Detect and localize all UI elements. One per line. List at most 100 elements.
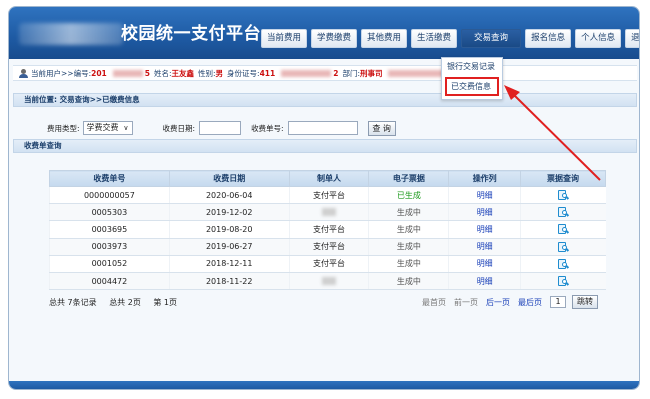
detail-link[interactable]: 明细 [448,255,521,273]
header-banner: 校园统一支付平台 当前费用 学费缴费 其他费用 生活缴费 交易查询 报名信息 个… [9,7,639,59]
user-id-partial: 201 [91,68,107,78]
cell-invoice-query [520,255,606,273]
main-nav: 当前费用 学费缴费 其他费用 生活缴费 交易查询 报名信息 个人信息 退出登录 [261,29,639,48]
cell-invoice-query [520,220,606,239]
transaction-query-dropdown: 银行交易记录 已交费信息 [441,57,503,100]
table-row: 0000000057 2020-06-04 支付平台 已生成 明细 [49,186,606,205]
cell-status: 生成中 [368,238,449,256]
idcard-partial: 411 [259,68,276,78]
detail-link[interactable]: 明细 [448,272,521,291]
cell-status: 生成中 [368,220,449,239]
current-user-label: 当前用户>>编号: [31,68,92,78]
detail-link[interactable]: 明细 [448,186,521,205]
cell-maker: 支付平台 [288,238,369,256]
cell-invoice-query [520,272,606,291]
dept-partial: 刑事司 [359,68,383,78]
nav-registration-info[interactable]: 报名信息 [525,29,572,48]
nav-living-payment[interactable]: 生活缴费 [411,29,458,48]
table-row: 0003973 2019-06-27 支付平台 生成中 明细 [49,238,606,256]
name-label: 姓名: [153,68,172,78]
pagination: 总共 7条记录 总共 2页 第 1页 最首页 前一页 后一页 最后页 1 跳转 [49,294,606,310]
first-page-link[interactable]: 最首页 [422,297,446,308]
receipt-no-label: 收费单号: [251,123,284,133]
total-pages: 总共 2页 [109,297,141,307]
user-gender: 男 [215,68,224,78]
cell-receipt-no: 0003695 [49,220,170,239]
col-date: 收费日期 [168,170,290,187]
col-maker: 制单人 [288,170,370,187]
idcard-label: 身份证号: [227,68,260,78]
table-row: 0001052 2018-12-11 支付平台 生成中 明细 [49,255,606,273]
col-invoice-query: 票据查询 [520,170,606,187]
cell-receipt-no: 0004472 [49,272,170,291]
jump-button[interactable]: 跳转 [572,295,598,309]
user-icon [19,68,28,78]
table-row: 0005303 2019-12-02 生成中 明细 [49,203,606,222]
next-page-link[interactable]: 后一页 [486,297,510,308]
cell-status: 生成中 [368,272,449,291]
nav-personal-info[interactable]: 个人信息 [575,29,622,48]
receipt-table: 收费单号 收费日期 制单人 电子票据 操作列 票据查询 0000000057 2… [49,170,606,291]
invoice-search-icon[interactable] [557,224,570,235]
redacted-idcard [281,69,332,77]
page-number-input[interactable]: 1 [550,296,566,308]
cell-receipt-no: 0001052 [49,255,170,273]
cell-date: 2019-08-20 [168,220,290,239]
user-id-tail: 5 [144,68,150,78]
invoice-search-icon[interactable] [557,258,570,269]
table-row: 0003695 2019-08-20 支付平台 生成中 明细 [49,220,606,239]
col-receipt-no: 收费单号 [49,170,170,187]
cell-maker: 支付平台 [288,220,369,239]
invoice-search-icon[interactable] [557,276,570,287]
cell-receipt-no: 0000000057 [49,186,170,205]
nav-current-fees[interactable]: 当前费用 [261,29,308,48]
nav-transaction-query[interactable]: 交易查询 [461,29,522,48]
cell-maker: 支付平台 [288,186,369,205]
school-logo [19,23,123,45]
detail-link[interactable]: 明细 [448,220,521,239]
cell-receipt-no: 0003973 [49,238,170,256]
receipt-no-input[interactable] [287,121,358,135]
table-row: 0004472 2018-11-22 生成中 明细 [49,272,606,291]
idcard-tail: 2 [333,68,339,78]
cell-invoice-query [520,238,606,256]
detail-link[interactable]: 明细 [448,203,521,222]
date-label: 收费日期: [162,123,196,133]
table-header-row: 收费单号 收费日期 制单人 电子票据 操作列 票据查询 [49,170,606,187]
cell-status: 已生成 [368,186,449,205]
cell-date: 2019-06-27 [168,238,290,256]
date-input[interactable] [199,121,242,135]
cell-maker [288,203,369,222]
menu-item-paid-info[interactable]: 已交费信息 [445,77,499,96]
cell-status: 生成中 [368,203,449,222]
section-title: 收费单查询 [13,139,637,153]
menu-item-bank-transactions[interactable]: 银行交易记录 [442,58,502,75]
cell-status: 生成中 [368,255,449,273]
total-records: 总共 7条记录 [49,297,97,307]
user-info-bar: 当前用户>>编号: 201 5 姓名: 王友鑫 性别: 男 身份证号: 411 2 … [13,65,637,81]
redacted-maker [322,208,337,217]
dept-label: 部门: [342,68,360,78]
cell-maker: 支付平台 [288,255,369,273]
redacted-id [112,69,143,77]
invoice-search-icon[interactable] [557,241,570,252]
col-e-invoice: 电子票据 [368,170,450,187]
cell-date: 2019-12-02 [168,203,290,222]
fee-type-select[interactable]: 学费交费 ∨ [82,121,133,135]
current-page: 第 1页 [153,297,178,307]
detail-link[interactable]: 明细 [448,238,521,256]
invoice-search-icon[interactable] [557,190,570,201]
nav-other-fees[interactable]: 其他费用 [361,29,408,48]
invoice-search-icon[interactable] [557,207,570,218]
app-title: 校园统一支付平台 [121,24,261,44]
prev-page-link[interactable]: 前一页 [454,297,478,308]
nav-tuition[interactable]: 学费缴费 [311,29,358,48]
redacted-maker [322,277,337,286]
last-page-link[interactable]: 最后页 [518,297,542,308]
search-button[interactable]: 查 询 [367,120,396,136]
cell-date: 2020-06-04 [168,186,290,205]
cell-invoice-query [520,203,606,222]
nav-logout[interactable]: 退出登录 [625,29,639,48]
app-window: 校园统一支付平台 当前费用 学费缴费 其他费用 生活缴费 交易查询 报名信息 个… [8,6,640,390]
fee-type-label: 费用类型: [47,123,80,133]
